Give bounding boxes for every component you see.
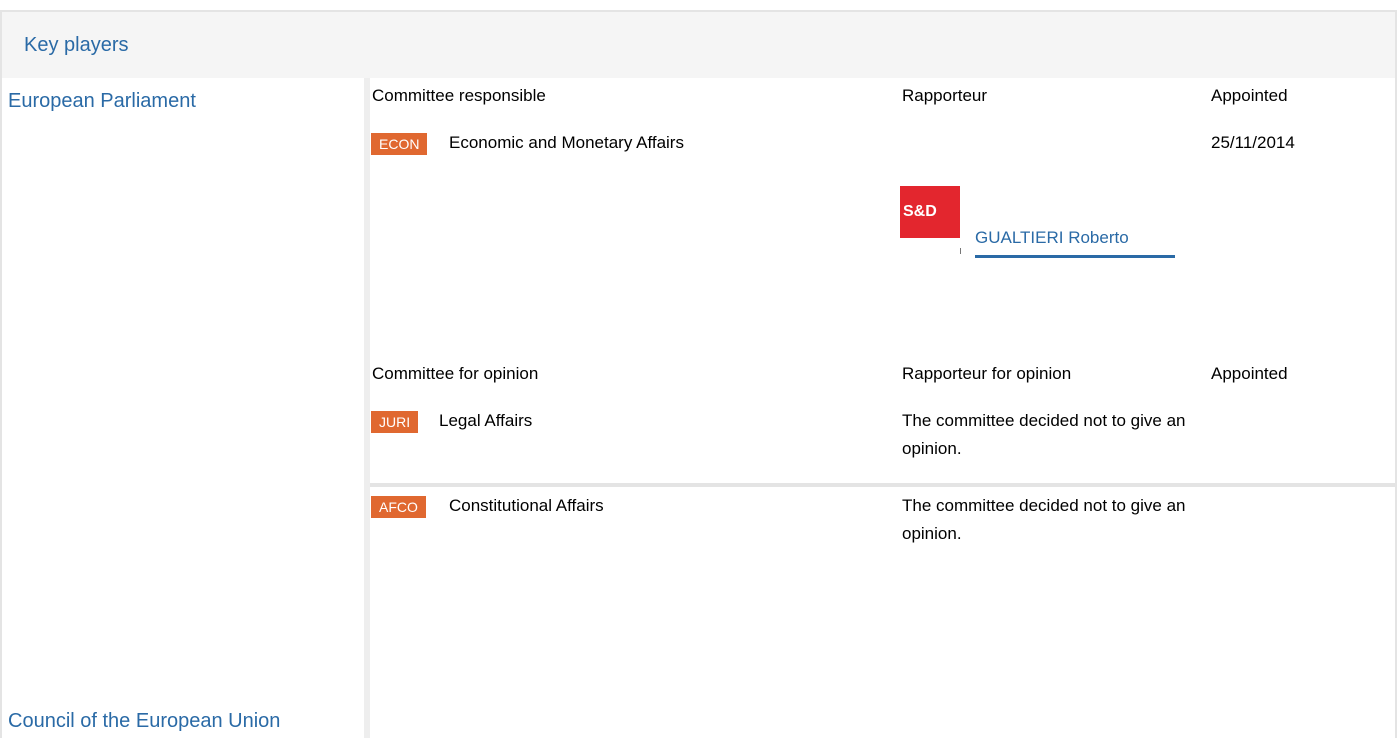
committee-badge-juri: JURI: [371, 411, 419, 433]
header-appointed-opinion: Appointed: [1211, 364, 1288, 383]
header-rapporteur: Rapporteur: [902, 86, 988, 105]
opinion-note-afco: The committee decided not to give an opi…: [902, 496, 1186, 543]
header-committee-responsible: Committee responsible: [372, 86, 546, 105]
left-border: [0, 78, 2, 738]
logo-tick: [960, 248, 961, 254]
institution-council: Council of the European Union: [8, 710, 281, 732]
sd-group-logo: S&D: [900, 186, 960, 238]
rapporteur-link-gualtieri[interactable]: GUALTIERI Roberto: [975, 228, 1129, 248]
committee-name-afco: Constitutional Affairs: [449, 496, 604, 515]
rapporteur-link-underline: [975, 255, 1175, 258]
row-separator: [370, 483, 1397, 487]
key-players-panel: Key players European Parliament Council …: [0, 0, 1397, 738]
institution-european-parliament: European Parliament: [8, 90, 196, 112]
appointed-date-econ: 25/11/2014: [1211, 133, 1295, 152]
committee-name-juri: Legal Affairs: [439, 411, 533, 430]
committee-badge-econ: ECON: [371, 133, 428, 155]
header-committee-opinion: Committee for opinion: [372, 364, 539, 383]
top-margin: [0, 0, 1397, 10]
committee-badge-afco: AFCO: [371, 496, 426, 518]
opinion-note-juri: The committee decided not to give an opi…: [902, 411, 1186, 458]
header-appointed: Appointed: [1211, 86, 1288, 105]
header-rapporteur-opinion: Rapporteur for opinion: [902, 364, 1072, 383]
section-title: Key players: [24, 34, 129, 56]
committee-name-econ: Economic and Monetary Affairs: [449, 133, 684, 152]
institutions-column: [0, 78, 364, 738]
section-header: Key players: [0, 10, 1397, 78]
